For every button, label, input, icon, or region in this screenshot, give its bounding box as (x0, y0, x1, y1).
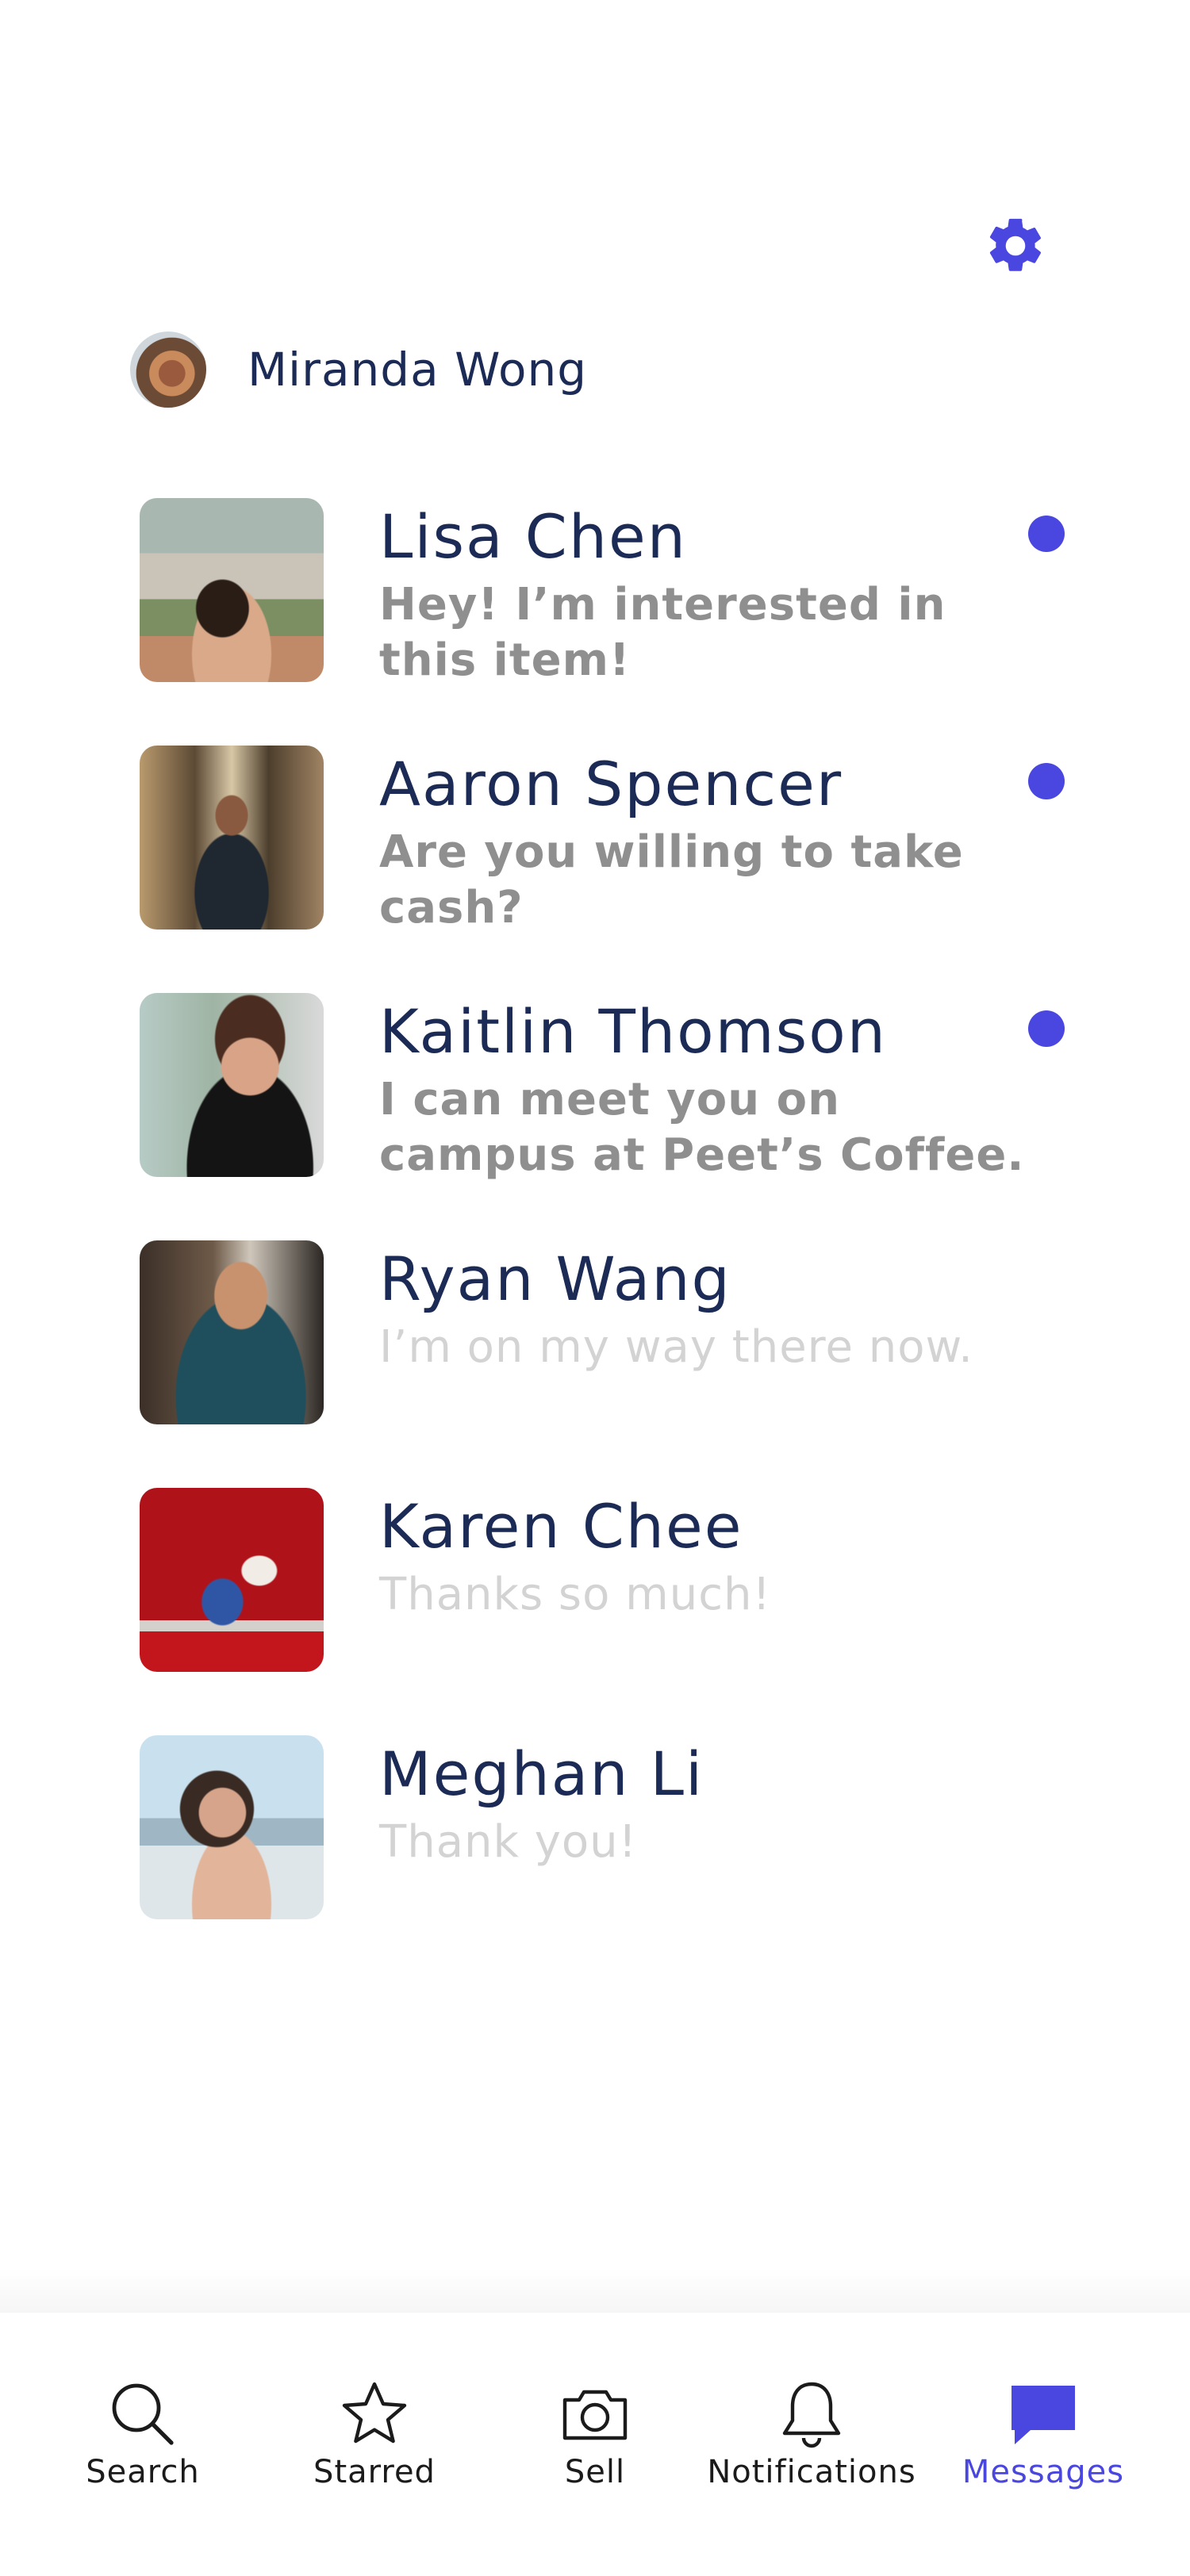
tab-search[interactable]: Search (63, 2313, 222, 2576)
conversation-avatar (140, 746, 324, 930)
unread-indicator (1028, 516, 1065, 552)
user-avatar (130, 332, 206, 408)
conversation-avatar (140, 1735, 324, 1919)
message-preview: I can meet you on campus at Peet’s Coffe… (379, 1074, 1025, 1181)
message-preview: Hey! I’m interested in this item! (379, 579, 946, 686)
tab-label: Messages (962, 2454, 1125, 2490)
tab-sell[interactable]: Sell (516, 2313, 674, 2576)
message-preview: Thank you! (379, 1816, 638, 1868)
bell-icon (782, 2382, 841, 2448)
current-user[interactable]: Miranda Wong (130, 332, 587, 408)
unread-indicator (1028, 763, 1065, 799)
chat-bubble-icon (1012, 2386, 1075, 2444)
tabbar-shadow (0, 2268, 1190, 2313)
conversation-item[interactable]: Kaitlin Thomson I can meet you on campus… (140, 993, 1076, 1181)
conversation-item[interactable]: Karen Chee Thanks so much! (140, 1488, 1076, 1672)
star-icon (342, 2382, 407, 2444)
tab-notifications[interactable]: Notifications (697, 2313, 927, 2576)
tab-label: Sell (564, 2454, 626, 2490)
contact-name: Aaron Spencer (379, 749, 843, 819)
contact-name: Ryan Wang (379, 1244, 731, 1314)
contact-name: Lisa Chen (379, 501, 687, 572)
conversation-avatar (140, 1488, 324, 1672)
tab-messages[interactable]: Messages (952, 2313, 1134, 2576)
gear-icon[interactable] (983, 213, 1048, 278)
tab-label: Search (86, 2454, 200, 2490)
message-preview: Are you willing to take cash? (379, 826, 964, 933)
conversation-item[interactable]: Meghan Li Thank you! (140, 1735, 1076, 1919)
user-name: Miranda Wong (248, 343, 588, 397)
conversation-item[interactable]: Lisa Chen Hey! I’m interested in this it… (140, 498, 1076, 686)
message-preview: I’m on my way there now. (379, 1321, 973, 1373)
message-preview: Thanks so much! (379, 1569, 771, 1620)
contact-name: Karen Chee (379, 1491, 743, 1562)
conversation-item[interactable]: Aaron Spencer Are you willing to take ca… (140, 746, 1076, 933)
camera-icon (562, 2390, 628, 2440)
contact-name: Meghan Li (379, 1738, 704, 1809)
tab-label: Notifications (707, 2454, 916, 2490)
tab-starred[interactable]: Starred (295, 2313, 454, 2576)
search-icon (112, 2383, 174, 2445)
tab-label: Starred (313, 2454, 436, 2490)
bottom-tab-bar: Search Starred Sell Notifications Messag… (0, 2313, 1190, 2576)
conversation-item[interactable]: Ryan Wang I’m on my way there now. (140, 1240, 1076, 1424)
contact-name: Kaitlin Thomson (379, 996, 887, 1067)
conversation-avatar (140, 993, 324, 1177)
conversation-avatar (140, 1240, 324, 1424)
conversation-avatar (140, 498, 324, 682)
unread-indicator (1028, 1010, 1065, 1047)
